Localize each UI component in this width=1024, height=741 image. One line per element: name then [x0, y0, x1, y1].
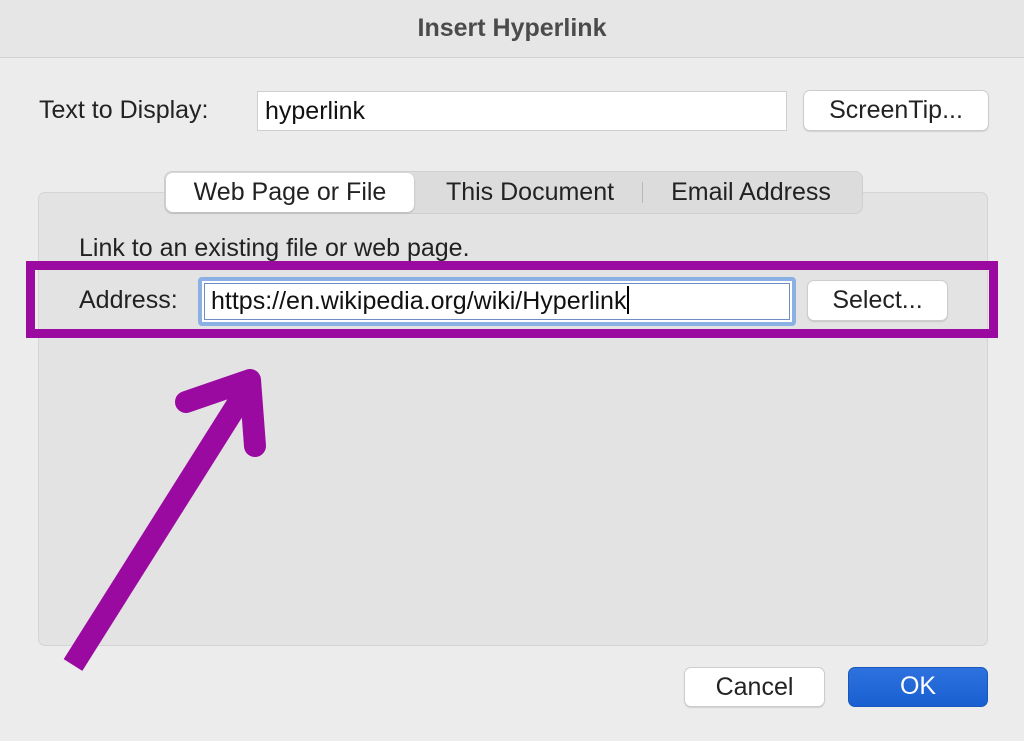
- tab-email-address[interactable]: Email Address: [645, 172, 857, 213]
- text-to-display-label: Text to Display:: [39, 96, 209, 124]
- panel-description: Link to an existing file or web page.: [79, 234, 470, 262]
- link-type-tabbar: Web Page or File This Document Email Add…: [164, 171, 863, 214]
- annotation-highlight-box: [26, 261, 998, 338]
- cancel-button[interactable]: Cancel: [684, 667, 825, 707]
- insert-hyperlink-dialog: Insert Hyperlink Text to Display: hyperl…: [0, 0, 1024, 741]
- ok-button[interactable]: OK: [848, 667, 988, 707]
- tab-web-page-or-file[interactable]: Web Page or File: [166, 173, 414, 212]
- text-to-display-input[interactable]: hyperlink: [257, 91, 787, 131]
- tab-this-document[interactable]: This Document: [420, 172, 640, 213]
- screentip-button[interactable]: ScreenTip...: [803, 90, 989, 131]
- tab-separator: [642, 182, 643, 203]
- dialog-title: Insert Hyperlink: [0, 0, 1024, 58]
